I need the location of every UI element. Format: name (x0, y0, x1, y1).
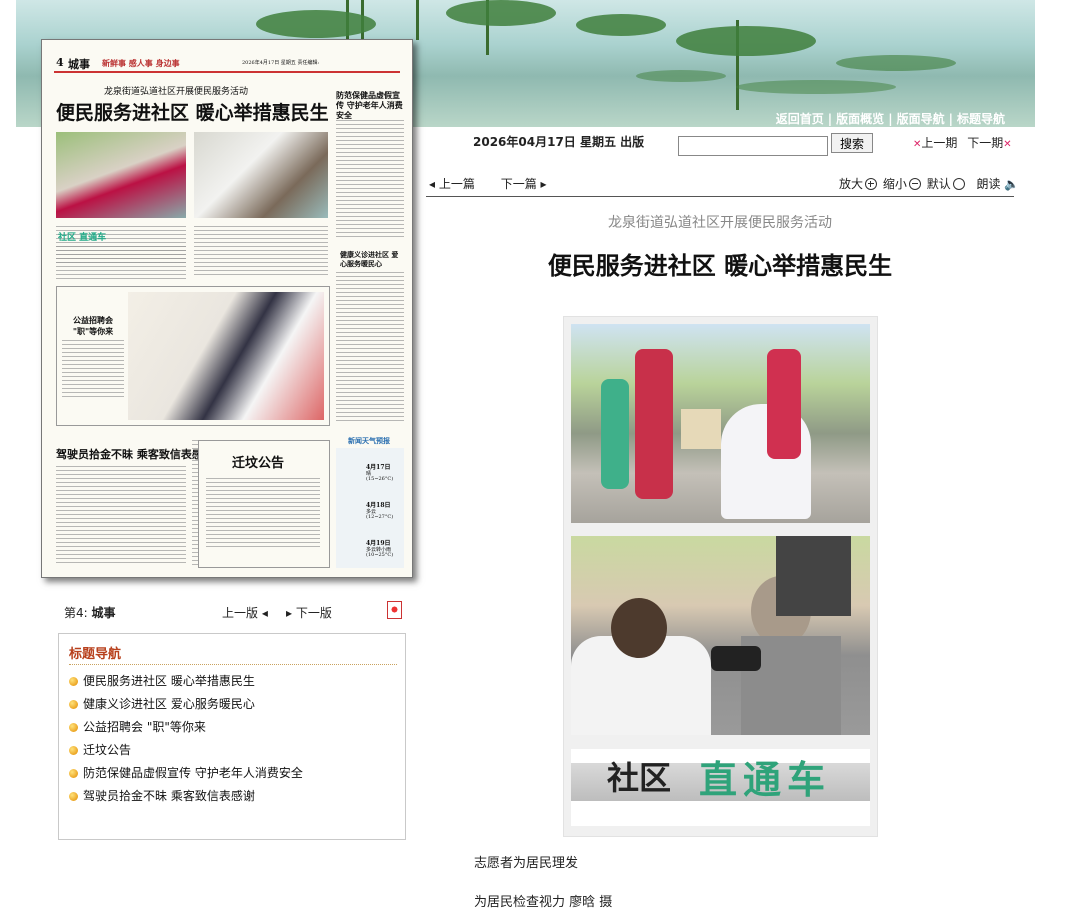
nav-overview-link[interactable]: 版面概览 (836, 112, 884, 126)
zoom-default-button[interactable]: 默认 (927, 177, 967, 191)
next-article-link[interactable]: 下一篇 ▸ (501, 177, 547, 191)
article-photos: 社区 直通车 (563, 316, 878, 837)
bullet-icon (69, 769, 78, 778)
paper-slogan: 新鲜事 感人事 身边事 (102, 58, 180, 68)
column-banner-text-1: 社区 (607, 759, 672, 797)
plus-circle-icon (865, 178, 878, 190)
bullet-icon (69, 677, 78, 686)
bullet-icon (69, 700, 78, 709)
prev-page-link[interactable]: 上一版 ◂ (222, 604, 268, 621)
zoom-out-button[interactable]: 缩小 (883, 177, 923, 191)
title-nav-item[interactable]: 公益招聘会 "职"等你来 (69, 716, 303, 739)
paper-photo-job-fair (128, 292, 324, 420)
paper-ad-headline: 公益招聘会 "职"等你来 (72, 315, 114, 336)
read-aloud-button[interactable]: 朗读 🔈 (977, 177, 1020, 191)
paper-page-number: 4 (56, 56, 64, 69)
paper-health-headline: 健康义诊进社区 爱心服务暖民心 (340, 250, 399, 268)
newspaper-page-thumbnail[interactable]: 4 城事 新鲜事 感人事 身边事 2026年4月17日 星期五 责任编辑: 龙泉… (41, 39, 413, 578)
issue-nav: ✕上一期 下一期✕ (913, 134, 1012, 151)
circle-icon (952, 178, 965, 190)
article-subtitle: 龙泉街道弘道社区开展便民服务活动 (608, 215, 832, 231)
paper-driver-headline: 驾驶员拾金不昧 乘客致信表感谢 (56, 448, 214, 461)
nav-layout-link[interactable]: 版面导航 (897, 112, 945, 126)
nav-titles-link[interactable]: 标题导航 (957, 112, 1005, 126)
title-nav-list: 便民服务进社区 暖心举措惠民生 健康义诊进社区 爱心服务暖民心 公益招聘会 "职… (69, 670, 303, 808)
nav-home-link[interactable]: 返回首页 (776, 112, 824, 126)
header-divider (426, 196, 1014, 197)
bullet-icon (69, 723, 78, 732)
paper-photo-eye-exam (194, 132, 328, 218)
speaker-icon: 🔈 (1000, 177, 1020, 191)
bullet-icon (69, 792, 78, 801)
title-nav-panel: 标题导航 便民服务进社区 暖心举措惠民生 健康义诊进社区 爱心服务暖民心 公益招… (58, 633, 406, 840)
paper-column-label: 社区 直通车 (58, 233, 107, 243)
paper-photo-haircut (56, 132, 186, 218)
paper-notice-headline: 迁坟公告 (232, 456, 285, 471)
bullet-icon (69, 746, 78, 755)
column-banner: 社区 直通车 (571, 749, 870, 826)
issue-date: 2026年04月17日 星期五 出版 (473, 135, 645, 149)
title-nav-item[interactable]: 驾驶员拾金不昧 乘客致信表感谢 (69, 785, 303, 808)
pdf-icon[interactable] (387, 601, 402, 619)
caret-right-icon: ▸ (536, 177, 547, 191)
photo-haircut[interactable] (571, 324, 870, 523)
article-nav: ◂ 上一篇 下一篇 ▸ (429, 175, 547, 192)
title-nav-item[interactable]: 便民服务进社区 暖心举措惠民生 (69, 670, 303, 693)
next-issue-link[interactable]: 下一期✕ (967, 136, 1011, 150)
paper-masthead-date: 2026年4月17日 星期五 责任编辑: (242, 60, 320, 66)
search-input[interactable] (678, 136, 828, 156)
title-nav-item[interactable]: 迁坟公告 (69, 739, 303, 762)
paper-section: 城事 (68, 58, 90, 71)
minus-circle-icon (908, 178, 921, 190)
prev-issue-link[interactable]: ✕上一期 (913, 136, 957, 150)
paper-side-headline: 防范保健品虚假宣传 守护老年人消费安全 (336, 90, 403, 120)
caret-left-icon: ◂ (258, 606, 268, 620)
paper-main-headline: 便民服务进社区 暖心举措惠民生 (56, 102, 329, 124)
paper-sub-headline: 龙泉街道弘道社区开展便民服务活动 (104, 87, 249, 97)
title-nav-item[interactable]: 健康义诊进社区 爱心服务暖民心 (69, 693, 303, 716)
caret-right-icon: ▸ (286, 606, 296, 620)
x-icon: ✕ (1003, 139, 1012, 150)
top-nav: 返回首页 | 版面概览 | 版面导航 | 标题导航 (775, 112, 1005, 126)
title-nav-item[interactable]: 防范保健品虚假宣传 守护老年人消费安全 (69, 762, 303, 785)
photo-eye-exam[interactable] (571, 536, 870, 735)
article-title: 便民服务进社区 暖心举措惠民生 (547, 252, 893, 280)
caret-left-icon: ◂ (429, 177, 439, 191)
prev-article-link[interactable]: ◂ 上一篇 (429, 177, 475, 191)
page-label: 第4: (64, 606, 88, 620)
zoom-in-button[interactable]: 放大 (839, 177, 879, 191)
page-section: 城事 (91, 606, 116, 620)
photo-caption-1: 志愿者为居民理发 (474, 856, 579, 871)
photo-caption-2: 为居民检查视力 廖晗 摄 (474, 895, 613, 910)
title-nav-heading: 标题导航 (69, 647, 122, 662)
next-page-link[interactable]: ▸ 下一版 (286, 604, 332, 621)
page-switcher: 第4: 城事 上一版 ◂ ▸ 下一版 (64, 601, 404, 621)
paper-weather-box: 4月17日 晴 (15~26°C) 4月18日 多云 (12~27°C) 4月1… (336, 448, 404, 568)
column-banner-text-2: 直通车 (699, 757, 832, 802)
zoom-controls: 放大 缩小 默认 朗读 🔈 (839, 175, 1019, 192)
paper-weather-label: 新闻天气预报 (348, 436, 390, 445)
search-button[interactable]: 搜索 (831, 133, 873, 153)
